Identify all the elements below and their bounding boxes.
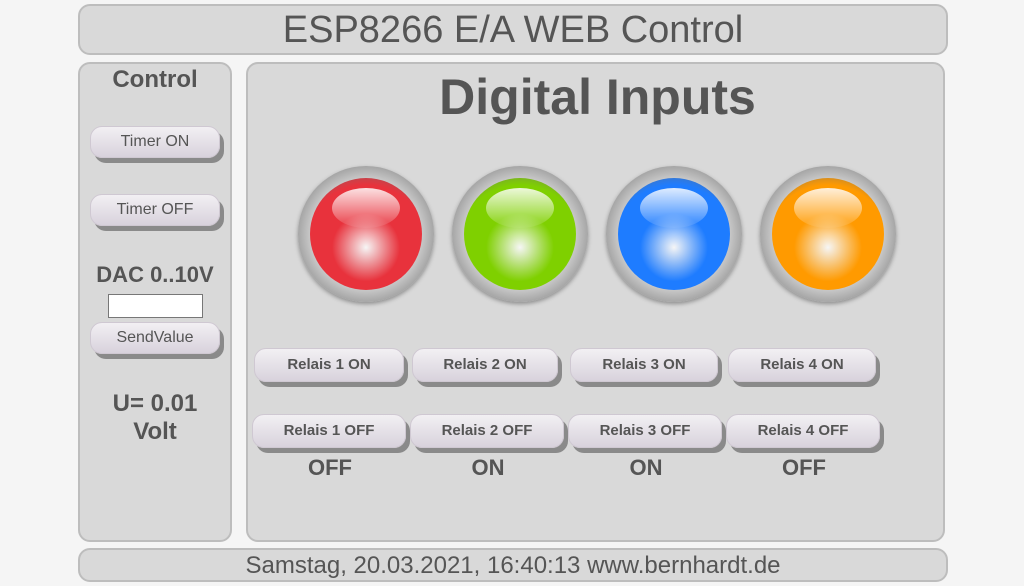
relay-1-state: OFF [308,455,352,480]
relay-3-state: ON [629,455,663,480]
voltage-value: U= 0.01 [112,390,198,417]
footer-panel: Samstag, 20.03.2021, 16:40:13 www.bernha… [78,548,948,582]
relay-2-off-button[interactable]: Relais 2 OFF [410,414,564,448]
relay-2-on-button[interactable]: Relais 2 ON [412,348,558,382]
relay-4-on-button[interactable]: Relais 4 ON [728,348,876,382]
dac-value-input[interactable] [108,294,203,318]
relay-1-on-label: Relais 1 ON [287,356,371,373]
led-blue-body [618,178,730,290]
digital-inputs-title: Digital Inputs [439,69,756,125]
footer-datetime: Samstag, 20.03.2021, 16:40:13 www.bernha… [245,552,781,579]
voltage-readout: U= 0.01 Volt [80,390,230,446]
timer-off-button[interactable]: Timer OFF [90,194,220,226]
led-green-icon [452,166,588,302]
led-red-icon [298,166,434,302]
relay-1-off-button[interactable]: Relais 1 OFF [252,414,406,448]
page-title: ESP8266 E/A WEB Control [282,9,744,51]
control-sidebar: Control Timer ON Timer OFF DAC 0..10V Se… [78,62,232,542]
relay-2-on-label: Relais 2 ON [443,356,527,373]
sidebar-title: Control [112,66,198,93]
relay-3-on-button[interactable]: Relais 3 ON [570,348,718,382]
led-green-body [464,178,576,290]
send-value-button[interactable]: SendValue [90,322,220,354]
led-blue-icon [606,166,742,302]
relay-4-on-label: Relais 4 ON [760,356,844,373]
header-panel: ESP8266 E/A WEB Control [78,4,948,55]
send-value-label: SendValue [116,329,194,346]
relay-4-off-button[interactable]: Relais 4 OFF [726,414,880,448]
relay-2-state: ON [471,455,505,480]
relay-1-on-button[interactable]: Relais 1 ON [254,348,404,382]
led-orange-body [772,178,884,290]
relay-3-off-button[interactable]: Relais 3 OFF [568,414,722,448]
relay-2-off-label: Relais 2 OFF [441,422,533,439]
relay-4-state: OFF [782,455,826,480]
relay-4-off-label: Relais 4 OFF [757,422,849,439]
led-orange-icon [760,166,896,302]
relay-3-on-label: Relais 3 ON [602,356,686,373]
relay-1-off-label: Relais 1 OFF [283,422,375,439]
timer-off-label: Timer OFF [116,201,194,218]
timer-on-label: Timer ON [120,133,190,150]
digital-inputs-panel: Digital Inputs Relais 1 ON Relais 2 ON R… [246,62,945,542]
timer-on-button[interactable]: Timer ON [90,126,220,158]
relay-3-off-label: Relais 3 OFF [599,422,691,439]
led-red-body [310,178,422,290]
dac-label: DAC 0..10V [96,262,214,287]
voltage-unit: Volt [133,418,177,445]
